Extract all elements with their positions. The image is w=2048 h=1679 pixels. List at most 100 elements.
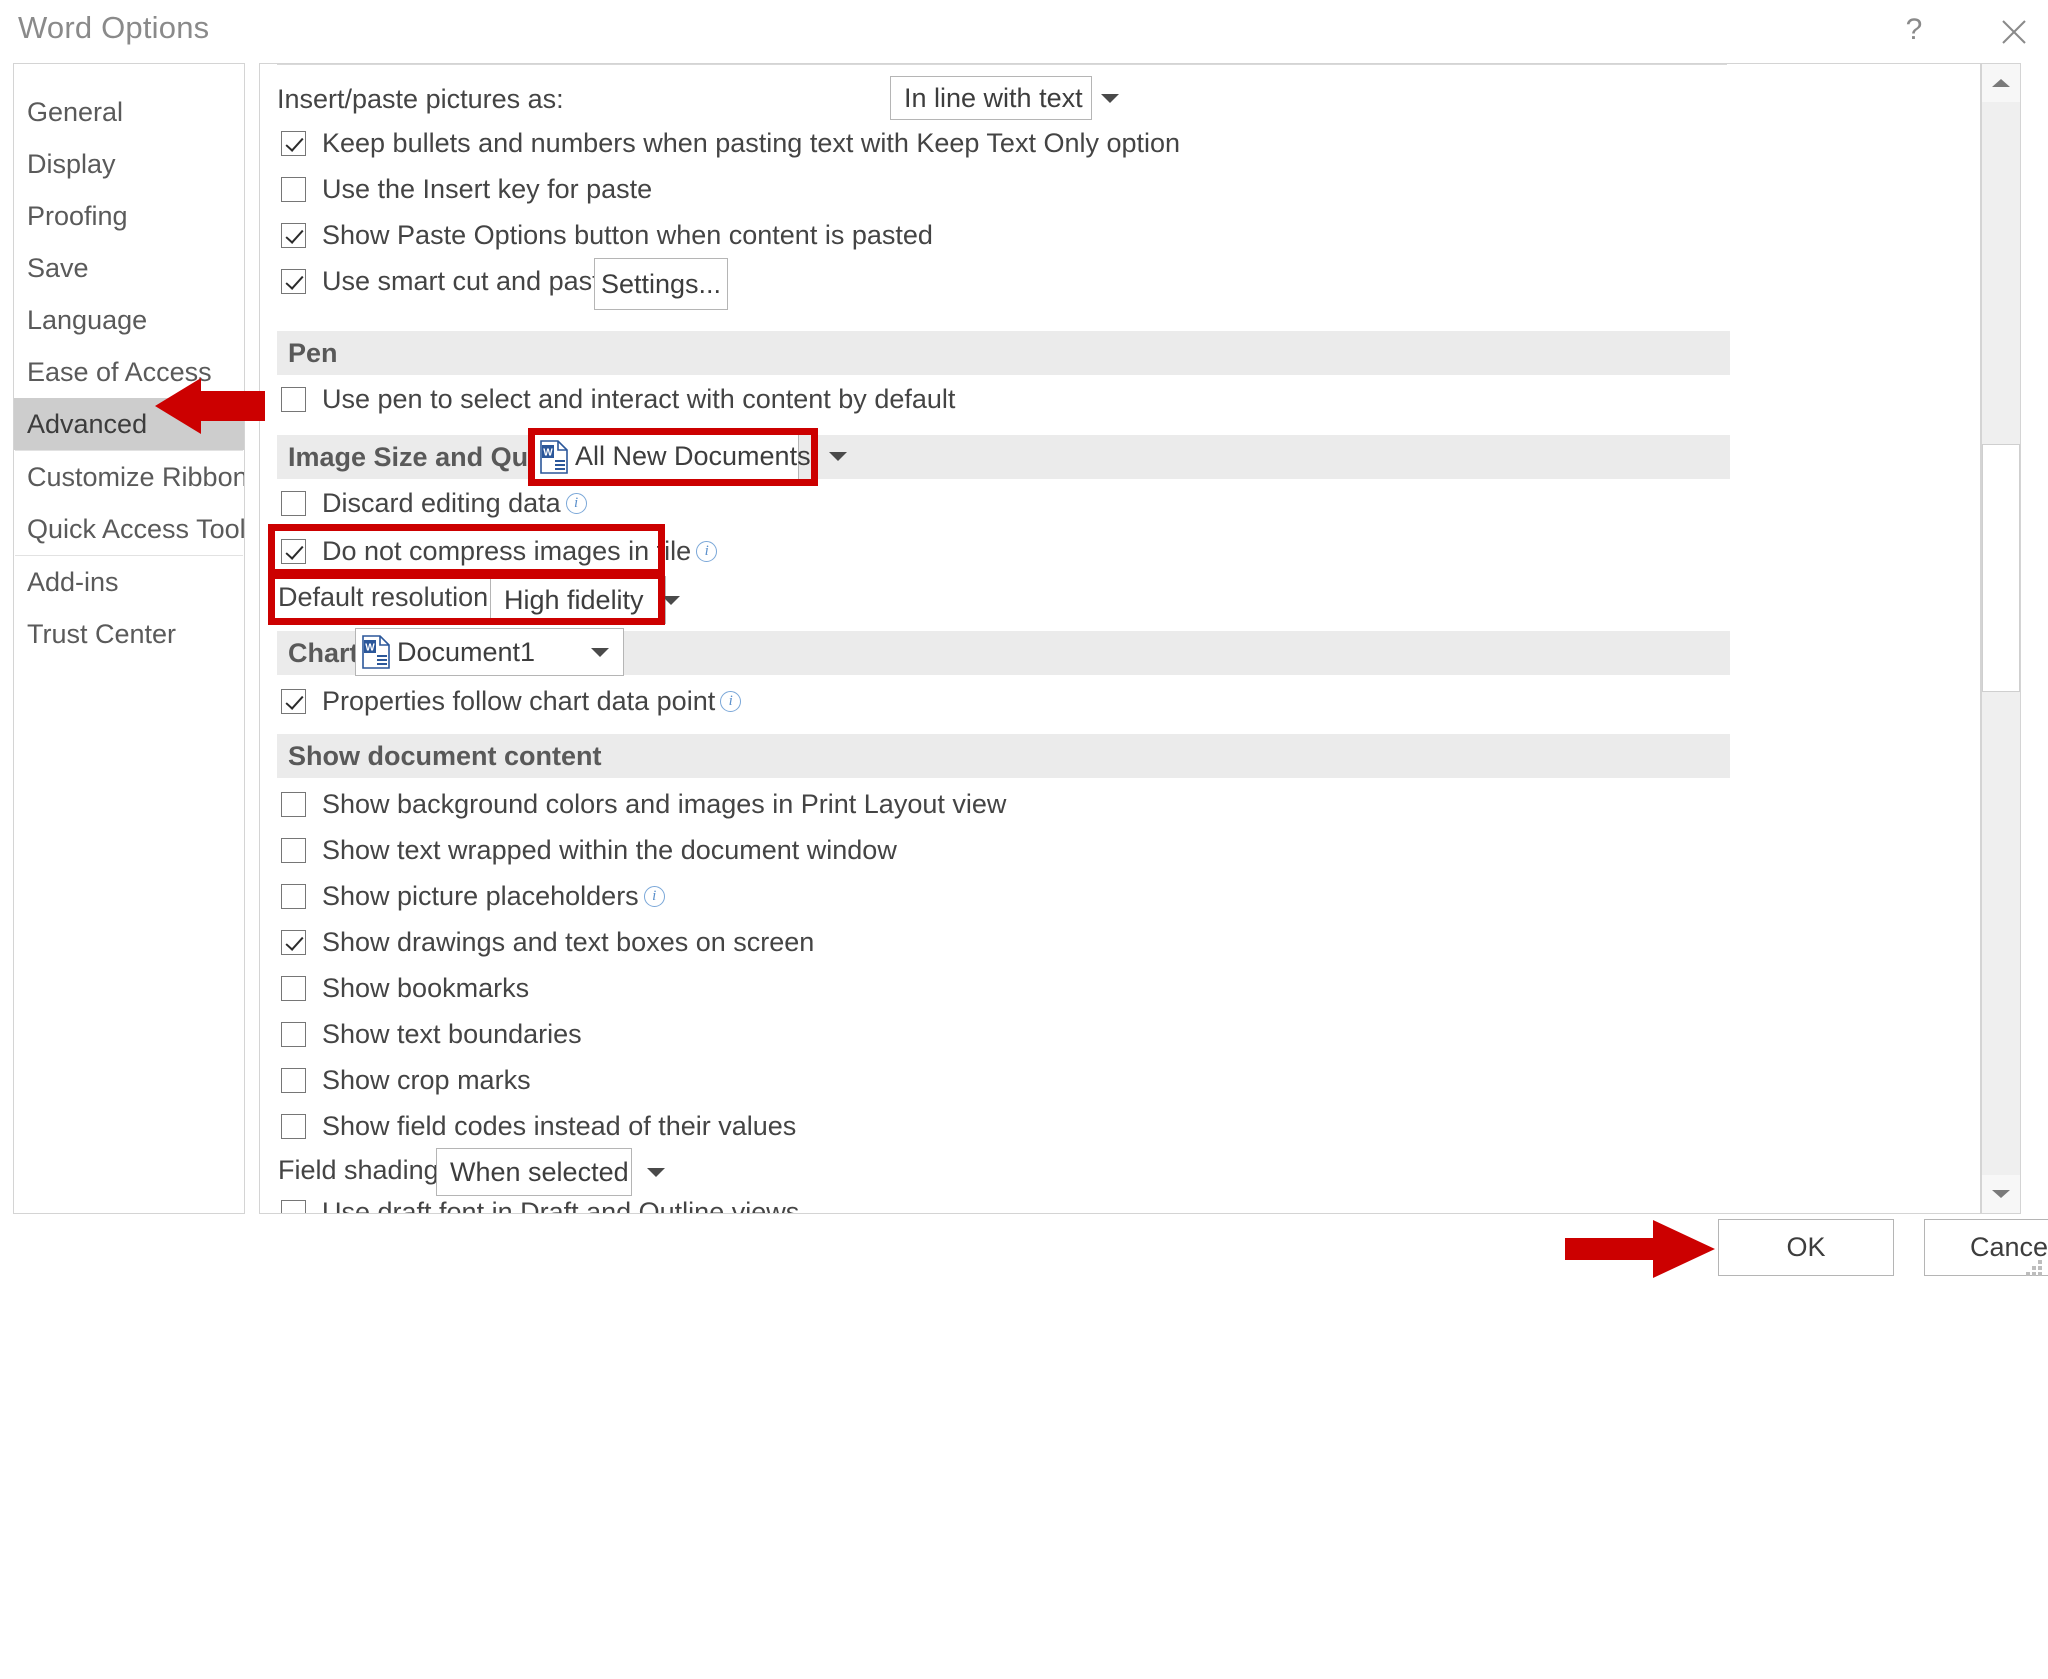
keep-bullets-label: Keep bullets and numbers when pasting te… (322, 128, 1181, 158)
show-drawings-checkbox[interactable] (281, 930, 306, 955)
show-crop-marks-row[interactable]: Show crop marks (281, 1065, 531, 1096)
field-shading-label: Field shading: (278, 1155, 447, 1185)
image-scope-value: All New Documents (575, 441, 811, 471)
default-resolution-label: Default resolution: (278, 582, 496, 612)
show-document-content-section-header: Show document content (277, 734, 1730, 778)
field-shading-value: When selected (450, 1156, 629, 1187)
show-paste-options-checkbox[interactable] (281, 223, 306, 248)
show-paste-options-row[interactable]: Show Paste Options button when content i… (281, 220, 933, 251)
sidebar-item-general[interactable]: General (14, 86, 244, 138)
chevron-down-icon (591, 647, 609, 657)
keep-bullets-checkbox[interactable] (281, 131, 306, 156)
clipped-combo-top (890, 63, 1260, 64)
show-text-wrapped-row[interactable]: Show text wrapped within the document wi… (281, 835, 897, 866)
show-bookmarks-row[interactable]: Show bookmarks (281, 973, 529, 1004)
field-shading-dropdown[interactable]: When selected (436, 1148, 665, 1196)
properties-follow-chart-checkbox[interactable] (281, 689, 306, 714)
sidebar-item-display[interactable]: Display (14, 138, 244, 190)
keep-bullets-row[interactable]: Keep bullets and numbers when pasting te… (281, 128, 1180, 159)
show-field-codes-row[interactable]: Show field codes instead of their values (281, 1111, 796, 1142)
discard-editing-data-checkbox[interactable] (281, 491, 306, 516)
insert-paste-pictures-row: Insert/paste pictures as: (277, 84, 564, 115)
ok-button[interactable]: OK (1718, 1219, 1894, 1276)
sidebar-item-label: General (27, 97, 124, 127)
close-icon[interactable] (1988, 8, 2040, 52)
chart-scope-dropdown[interactable]: W Document1 (355, 628, 624, 676)
show-bookmarks-label: Show bookmarks (322, 973, 530, 1003)
show-drawings-label: Show drawings and text boxes on screen (322, 927, 815, 957)
insert-key-paste-label: Use the Insert key for paste (322, 174, 653, 204)
default-resolution-value: High fidelity (504, 584, 644, 615)
info-icon[interactable]: i (696, 541, 718, 562)
show-picture-placeholders-checkbox[interactable] (281, 884, 306, 909)
show-picture-placeholders-row[interactable]: Show picture placeholders i (281, 881, 665, 912)
show-field-codes-checkbox[interactable] (281, 1114, 306, 1139)
sidebar-item-ease-of-access[interactable]: Ease of Access (14, 346, 244, 398)
info-icon[interactable]: i (643, 886, 665, 907)
sidebar-item-save[interactable]: Save (14, 242, 244, 294)
cancel-button-label: Cancel (1969, 1232, 2048, 1262)
ok-button-label: OK (1786, 1232, 1826, 1262)
sidebar-item-trust-center[interactable]: Trust Center (14, 608, 244, 660)
discard-editing-data-label: Discard editing data (322, 488, 561, 518)
red-arrow-ok (1565, 1220, 1715, 1283)
sidebar-item-label: Add-ins (27, 567, 119, 597)
sidebar-nav: General Display Proofing Save Language E… (13, 63, 245, 1214)
use-pen-label: Use pen to select and interact with cont… (322, 384, 956, 414)
smart-cut-paste-row[interactable]: Use smart cut and paste i (281, 266, 641, 297)
vertical-scrollbar[interactable] (1981, 63, 2021, 1214)
image-size-quality-section-header: Image Size and Quality (277, 435, 1730, 479)
show-text-boundaries-row[interactable]: Show text boundaries (281, 1019, 582, 1050)
show-document-content-title: Show document content (288, 740, 602, 771)
show-background-colors-row[interactable]: Show background colors and images in Pri… (281, 789, 1006, 820)
sidebar-item-add-ins[interactable]: Add-ins (14, 556, 244, 608)
chevron-down-icon (661, 595, 680, 605)
insert-key-paste-row[interactable]: Use the Insert key for paste (281, 174, 652, 205)
show-background-colors-checkbox[interactable] (281, 792, 306, 817)
show-picture-placeholders-label: Show picture placeholders (322, 881, 639, 911)
sidebar-item-label: Proofing (27, 201, 128, 231)
sidebar-item-advanced[interactable]: Advanced (14, 398, 244, 450)
smart-cut-paste-checkbox[interactable] (281, 269, 306, 294)
sidebar-item-label: Save (27, 253, 89, 283)
scroll-down-arrow-icon[interactable] (1982, 1175, 2020, 1213)
show-crop-marks-checkbox[interactable] (281, 1068, 306, 1093)
sidebar-item-quick-access-toolbar[interactable]: Quick Access Toolbar (14, 503, 244, 555)
show-bookmarks-checkbox[interactable] (281, 976, 306, 1001)
sidebar-item-label: Quick Access Toolbar (27, 514, 244, 544)
do-not-compress-label: Do not compress images in file (322, 536, 692, 566)
sidebar-item-language[interactable]: Language (14, 294, 244, 346)
sidebar-item-label: Language (27, 305, 148, 335)
show-drawings-row[interactable]: Show drawings and text boxes on screen (281, 927, 814, 958)
scroll-up-arrow-icon[interactable] (1982, 64, 2020, 102)
do-not-compress-row[interactable]: Do not compress images in file i (281, 536, 718, 567)
use-draft-font-checkbox[interactable] (281, 1200, 306, 1213)
sidebar-item-proofing[interactable]: Proofing (14, 190, 244, 242)
sidebar-item-customize-ribbon[interactable]: Customize Ribbon (14, 451, 244, 503)
info-icon[interactable]: i (720, 691, 742, 712)
insert-paste-label: Insert/paste pictures as: (277, 84, 564, 114)
info-icon[interactable]: i (565, 493, 587, 514)
show-text-boundaries-checkbox[interactable] (281, 1022, 306, 1047)
show-text-wrapped-checkbox[interactable] (281, 838, 306, 863)
use-draft-font-row[interactable]: Use draft font in Draft and Outline view… (281, 1197, 799, 1213)
insert-paste-pictures-dropdown[interactable]: In line with text (890, 76, 1119, 120)
scrollbar-thumb[interactable] (1982, 444, 2020, 692)
use-pen-checkbox[interactable] (281, 387, 306, 412)
show-text-boundaries-label: Show text boundaries (322, 1019, 582, 1049)
default-resolution-dropdown[interactable]: High fidelity (490, 576, 680, 624)
chart-scope-value: Document1 (397, 636, 536, 667)
sidebar-item-label: Display (27, 149, 116, 179)
discard-editing-data-row[interactable]: Discard editing data i (281, 488, 587, 519)
properties-follow-chart-label: Properties follow chart data point (322, 686, 716, 716)
use-pen-row[interactable]: Use pen to select and interact with cont… (281, 384, 955, 415)
help-icon[interactable]: ? (1888, 8, 1940, 52)
resize-grip[interactable] (2026, 1260, 2044, 1278)
sidebar-item-label: Advanced (27, 409, 148, 439)
image-scope-dropdown[interactable]: W All New Documents (533, 433, 847, 480)
show-background-colors-label: Show background colors and images in Pri… (322, 789, 1007, 819)
paste-settings-button[interactable]: Settings... (594, 258, 728, 310)
properties-follow-chart-row[interactable]: Properties follow chart data point i (281, 686, 742, 717)
do-not-compress-checkbox[interactable] (281, 539, 306, 564)
insert-key-paste-checkbox[interactable] (281, 177, 306, 202)
